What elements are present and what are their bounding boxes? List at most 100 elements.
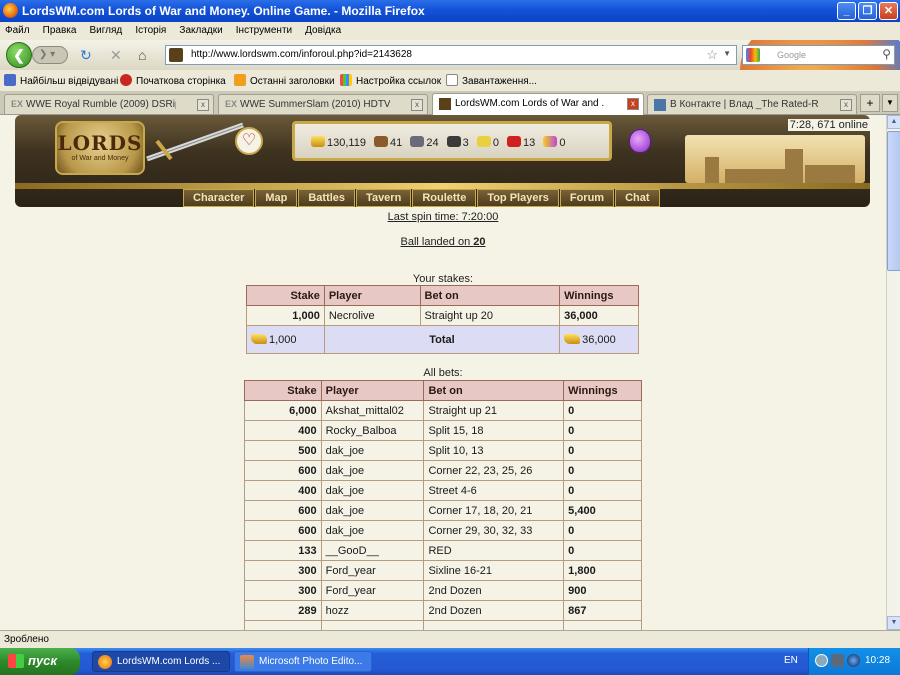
bookmark-star-icon[interactable]: ☆: [706, 47, 718, 63]
network-icon[interactable]: [831, 654, 844, 667]
player-cell[interactable]: __GooD__: [320, 540, 425, 561]
maximize-button[interactable]: ❐: [858, 2, 877, 20]
winnings-cell: 1,800: [563, 560, 642, 581]
castle-panorama: [685, 135, 865, 183]
bookmark-downloads[interactable]: Завантаження...: [446, 74, 537, 87]
crystal-amount: 13: [523, 137, 536, 149]
player-cell[interactable]: [320, 620, 425, 630]
nav-chat[interactable]: Chat: [615, 189, 660, 207]
total-label: Total: [323, 325, 561, 354]
tab-close-icon[interactable]: x: [840, 99, 852, 111]
player-cell[interactable]: dak_joe: [320, 480, 425, 501]
player-cell[interactable]: hozz: [320, 600, 425, 621]
table-row: 500 dak_joe Split 10, 13 0: [244, 440, 642, 461]
search-bar[interactable]: Google ⚲: [742, 45, 895, 65]
start-button[interactable]: пуск: [0, 648, 80, 675]
menu-history[interactable]: Історія: [130, 22, 171, 36]
clock: 10:28: [865, 655, 891, 666]
player-cell[interactable]: Ford_year: [320, 560, 425, 581]
photo-editor-icon: [240, 655, 254, 669]
menu-file[interactable]: Файл: [0, 22, 35, 36]
menu-edit[interactable]: Правка: [38, 22, 82, 36]
bookmark-most-visited[interactable]: Найбільш відвідувані: [4, 74, 118, 87]
language-indicator[interactable]: EN: [784, 655, 798, 666]
menu-view[interactable]: Вигляд: [85, 22, 128, 36]
menu-help[interactable]: Довідка: [300, 22, 346, 36]
tab-site-icon: [654, 99, 666, 111]
bookmark-start-page[interactable]: Початкова сторінка: [120, 74, 226, 87]
last-spin-link[interactable]: Last spin time: 7:20:00: [0, 211, 886, 223]
stake-cell: 289: [244, 600, 322, 621]
nav-battles[interactable]: Battles: [298, 189, 356, 207]
player-cell[interactable]: Ford_year: [320, 580, 425, 601]
winnings-cell: [563, 620, 642, 630]
lords-logo[interactable]: LORDS of War and Money: [55, 121, 145, 175]
taskbar-photo-editor[interactable]: Microsoft Photo Edito...: [234, 651, 372, 672]
bookmark-latest-headlines[interactable]: Останні заголовки: [234, 74, 335, 87]
taskbar-firefox[interactable]: LordsWM.com Lords ...: [92, 651, 230, 672]
tab-close-icon[interactable]: x: [197, 99, 209, 111]
back-arrow-icon[interactable]: ❮: [6, 42, 32, 68]
vertical-scrollbar[interactable]: ▲ ▼: [886, 115, 900, 630]
minimize-button[interactable]: _: [837, 2, 856, 20]
player-cell[interactable]: Necrolive: [323, 305, 421, 326]
home-icon[interactable]: ⌂: [138, 47, 146, 63]
player-cell[interactable]: dak_joe: [320, 440, 425, 461]
tray-back-icon[interactable]: [815, 654, 828, 667]
table-row: 600 dak_joe Corner 17, 18, 20, 21 5,400: [244, 500, 642, 521]
search-icon[interactable]: ⚲: [882, 47, 891, 61]
player-cell[interactable]: Rocky_Balboa: [320, 420, 425, 441]
new-tab-button[interactable]: +: [860, 94, 880, 112]
scroll-down-icon[interactable]: ▼: [887, 616, 900, 630]
tab-wwe-summerslam[interactable]: EXWWE SummerSlam (2010) HDTVRip - ... x: [218, 94, 428, 114]
all-bets-title: All bets:: [423, 367, 463, 379]
tab-vkontakte[interactable]: В Контакте | Влад _The Rated-R Su... x: [647, 94, 857, 114]
player-cell[interactable]: dak_joe: [320, 520, 425, 541]
windows-icon: [340, 74, 352, 86]
stake-cell: 300: [244, 560, 322, 581]
bet-cell: Straight up 21: [423, 400, 565, 421]
table-row: 600 dak_joe Corner 22, 23, 25, 26 0: [244, 460, 642, 481]
address-bar[interactable]: http://www.lordswm.com/inforoul.php?id=2…: [165, 45, 737, 65]
navigation-toolbar: ❮ ❯ ▾ ↻ ✕ ⌂ http://www.lordswm.com/infor…: [0, 40, 900, 70]
menu-bookmarks[interactable]: Закладки: [174, 22, 227, 36]
url-dropdown-icon[interactable]: ▼: [723, 49, 731, 58]
mana-potion-icon[interactable]: [629, 129, 651, 153]
winnings-cell: 0: [563, 480, 642, 501]
site-favicon-icon: [169, 48, 183, 62]
tab-close-icon[interactable]: x: [627, 98, 639, 110]
tab-site-icon: EX: [11, 99, 24, 109]
tab-strip: EXWWE Royal Rumble (2009) DSRip - W... x…: [0, 91, 900, 115]
resources-bar: 130,119 41 24 3 0 13 0: [292, 121, 612, 161]
close-button[interactable]: ✕: [879, 2, 898, 20]
nav-character[interactable]: Character: [183, 189, 255, 207]
sulfur-icon: [476, 136, 491, 147]
ball-number: 20: [473, 236, 486, 248]
player-cell[interactable]: dak_joe: [320, 460, 425, 481]
stop-icon[interactable]: ✕: [110, 47, 122, 63]
reload-icon[interactable]: ↻: [80, 47, 92, 63]
table-header-row: Stake Player Bet on Winnings: [246, 285, 639, 306]
player-cell[interactable]: Akshat_mittal02: [320, 400, 425, 421]
ore-amount: 24: [426, 137, 439, 149]
nav-top-players[interactable]: Top Players: [477, 189, 559, 207]
menu-tools[interactable]: Інструменти: [231, 22, 297, 36]
nav-roulette[interactable]: Roulette: [412, 189, 477, 207]
tab-list-dropdown[interactable]: ▼: [882, 94, 898, 112]
tab-close-icon[interactable]: x: [411, 99, 423, 111]
tab-wwe-royal-rumble[interactable]: EXWWE Royal Rumble (2009) DSRip - W... x: [4, 94, 214, 114]
player-cell[interactable]: dak_joe: [320, 500, 425, 521]
tab-lordswm[interactable]: LordsWM.com Lords of War and ... x: [432, 93, 644, 115]
scroll-up-icon[interactable]: ▲: [887, 115, 900, 129]
scroll-thumb[interactable]: [887, 131, 900, 271]
table-row: [244, 620, 642, 630]
globe-icon[interactable]: [847, 654, 860, 667]
bookmark-customize-links[interactable]: Настройка ссылок: [340, 74, 441, 87]
forward-arrow-icon[interactable]: ❯ ▾: [32, 46, 68, 64]
table-row: 133 __GooD__ RED 0: [244, 540, 642, 561]
nav-tavern[interactable]: Tavern: [356, 189, 412, 207]
nav-forum[interactable]: Forum: [559, 189, 615, 207]
ball-landed-link[interactable]: Ball landed on 20: [400, 236, 485, 248]
nav-map[interactable]: Map: [255, 189, 298, 207]
health-heart-icon[interactable]: ♡: [235, 127, 263, 155]
